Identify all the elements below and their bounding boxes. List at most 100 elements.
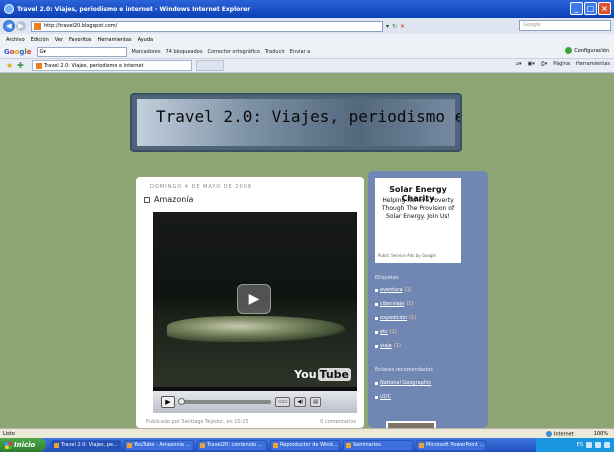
powerpoint-icon bbox=[419, 442, 424, 448]
spellcheck-button[interactable]: Corrector ortográfico bbox=[207, 49, 259, 55]
quality-button[interactable]: ▭▭ bbox=[275, 397, 291, 407]
sidebar-thumbnail-image[interactable] bbox=[386, 421, 436, 428]
list-item[interactable]: ciberviaje (1) bbox=[375, 301, 416, 307]
list-item[interactable]: aventura (1) bbox=[375, 287, 416, 293]
list-item[interactable]: UOC bbox=[375, 394, 431, 400]
tray-icon[interactable] bbox=[604, 442, 610, 448]
command-bar: ⌂▾ ▣▾ ⎙▾ Página Herramientas bbox=[516, 61, 610, 67]
tab-travel20[interactable]: Travel 2.0: Viajes, periodismo e interne… bbox=[31, 60, 192, 71]
blogger-favicon-icon bbox=[34, 22, 41, 30]
blog-title[interactable]: Travel 2.0: Viajes, periodismo e interne… bbox=[156, 107, 460, 126]
favorites-star-icon[interactable]: ★ bbox=[6, 61, 13, 70]
bullet-icon bbox=[375, 344, 378, 348]
taskbar-item-travel20-content[interactable]: Travel20: contenido ... bbox=[197, 439, 267, 451]
minimize-button[interactable]: _ bbox=[570, 2, 583, 15]
post-footer: Publicado por Santiago Tejedor, en 10:25… bbox=[146, 419, 356, 425]
ad-attribution[interactable]: Public Service Ads by Google bbox=[378, 253, 436, 258]
maximize-button[interactable]: □ bbox=[584, 2, 597, 15]
post-comments-link[interactable]: 0 comentarios bbox=[320, 419, 356, 425]
tray-icon[interactable] bbox=[586, 442, 592, 448]
close-button[interactable]: × bbox=[598, 2, 611, 15]
search-input[interactable]: Google bbox=[519, 20, 611, 31]
app-icon bbox=[200, 442, 205, 448]
print-icon[interactable]: ⎙▾ bbox=[541, 61, 548, 67]
labels-list: aventura (1) ciberviaje (1) expedición (… bbox=[375, 287, 416, 357]
taskbar-item-media-player[interactable]: Reproductor de Wind... bbox=[270, 439, 340, 451]
bookmarks-button[interactable]: Marcadores bbox=[132, 49, 161, 55]
translate-button[interactable]: Traducir bbox=[265, 49, 285, 55]
tools-menu[interactable]: Herramientas bbox=[576, 61, 610, 67]
taskbar-item-powerpoint[interactable]: Microsoft PowerPoint ... bbox=[416, 439, 486, 451]
ad-box[interactable]: Solar Energy Charity Helping Relieve Pov… bbox=[375, 178, 461, 263]
bullet-icon bbox=[375, 302, 378, 306]
blog-sidebar: Solar Energy Charity Helping Relieve Pov… bbox=[368, 171, 488, 428]
video-controls: ▶ ▭▭ ◀) ▤ bbox=[153, 391, 357, 413]
list-item[interactable]: viaje (1) bbox=[375, 343, 416, 349]
menu-favoritos[interactable]: Favoritos bbox=[69, 37, 92, 43]
youtube-video-player[interactable]: ▶ You Tube ▶ ▭▭ ◀) ▤ bbox=[153, 212, 357, 413]
seek-knob[interactable] bbox=[178, 398, 185, 405]
new-tab-button[interactable] bbox=[195, 60, 224, 71]
menu-ver[interactable]: Ver bbox=[55, 37, 63, 43]
status-right: Internet 100% bbox=[545, 431, 608, 438]
seek-bar[interactable] bbox=[178, 398, 271, 405]
taskbar-item-travel20[interactable]: Travel 2.0: Viajes, pe... bbox=[51, 439, 121, 451]
list-item[interactable]: expedición (1) bbox=[375, 315, 416, 321]
menu-edicion[interactable]: Edición bbox=[31, 37, 49, 43]
zone-indicator[interactable]: Internet bbox=[545, 431, 574, 438]
status-text: Listo bbox=[3, 430, 15, 437]
menu-button[interactable]: ▤ bbox=[310, 397, 321, 407]
bullet-icon bbox=[375, 316, 378, 320]
bullet-icon bbox=[375, 288, 378, 292]
volume-icon[interactable]: ◀) bbox=[294, 397, 307, 407]
home-icon[interactable]: ⌂▾ bbox=[516, 61, 522, 67]
url-field[interactable]: http://travel20.blogspot.com/ bbox=[31, 20, 383, 32]
url-text: http://travel20.blogspot.com/ bbox=[44, 22, 118, 29]
add-favorite-icon[interactable]: ✚ bbox=[17, 61, 24, 70]
menu-bar: Archivo Edición Ver Favoritos Herramient… bbox=[0, 34, 614, 45]
feeds-icon[interactable]: ▣▾ bbox=[528, 61, 535, 67]
youtube-logo[interactable]: You Tube bbox=[294, 368, 351, 381]
status-bar: Listo Internet 100% bbox=[0, 428, 614, 438]
menu-herramientas[interactable]: Herramientas bbox=[98, 37, 132, 43]
taskbar-item-youtube[interactable]: YouTube - Amazonía ... bbox=[124, 439, 194, 451]
stop-icon[interactable]: ✕ bbox=[400, 23, 405, 30]
menu-ayuda[interactable]: Ayuda bbox=[138, 37, 153, 43]
window-title: Travel 2.0: Viajes, periodismo e interne… bbox=[17, 5, 251, 13]
window-controls: _ □ × bbox=[570, 2, 611, 15]
start-button[interactable]: Inicio bbox=[0, 438, 46, 452]
tray-icon[interactable] bbox=[595, 442, 601, 448]
zoom-level[interactable]: 100% bbox=[594, 431, 608, 438]
blog-post: DOMINGO 4 DE MAYO DE 2008 Amazonía ▶ You… bbox=[136, 177, 364, 428]
links-list: National Geographic UOC bbox=[375, 380, 431, 408]
menu-archivo[interactable]: Archivo bbox=[6, 37, 25, 43]
back-button[interactable]: ◀ bbox=[3, 20, 15, 32]
google-toolbar: Google G▾ Marcadores 74 bloqueados Corre… bbox=[0, 45, 614, 59]
send-to-button[interactable]: Enviar a bbox=[290, 49, 310, 55]
post-date: DOMINGO 4 DE MAYO DE 2008 bbox=[150, 184, 253, 190]
list-item[interactable]: etc (1) bbox=[375, 329, 416, 335]
dropdown-chevron-icon[interactable]: ▾ bbox=[386, 23, 389, 30]
video-thumbnail[interactable]: ▶ You Tube bbox=[153, 212, 357, 387]
labels-heading: Etiquetas bbox=[375, 275, 399, 281]
language-indicator[interactable]: ES bbox=[577, 442, 583, 448]
forward-button[interactable]: ▶ bbox=[16, 21, 26, 31]
post-title[interactable]: Amazonía bbox=[154, 195, 193, 204]
play-icon[interactable]: ▶ bbox=[161, 396, 175, 408]
popup-blocked-button[interactable]: 74 bloqueados bbox=[166, 49, 203, 55]
list-item[interactable]: National Geographic bbox=[375, 380, 431, 386]
settings-label: Configuración bbox=[574, 47, 609, 54]
tab-label: Travel 2.0: Viajes, periodismo e interne… bbox=[43, 62, 144, 69]
refresh-icon[interactable]: ↻ bbox=[392, 23, 397, 30]
post-title-row: Amazonía bbox=[144, 195, 193, 204]
ie-icon bbox=[4, 4, 14, 14]
address-controls: ▾ ↻ ✕ bbox=[386, 23, 405, 30]
page-menu[interactable]: Página bbox=[553, 61, 570, 67]
taskbar-item-seminarios[interactable]: Seminarios bbox=[343, 439, 413, 451]
google-search-input[interactable]: G▾ bbox=[36, 46, 127, 57]
settings-button[interactable]: Configuración bbox=[565, 47, 609, 54]
blogger-favicon-icon bbox=[35, 62, 42, 69]
crocodile-image bbox=[167, 316, 345, 342]
windows-logo-icon bbox=[5, 441, 12, 449]
play-overlay-icon[interactable]: ▶ bbox=[237, 284, 271, 314]
